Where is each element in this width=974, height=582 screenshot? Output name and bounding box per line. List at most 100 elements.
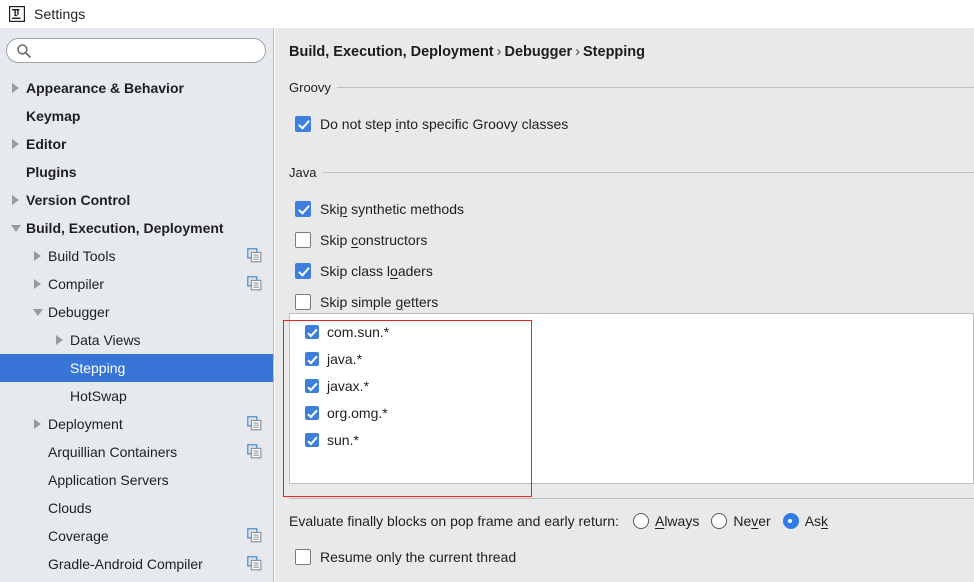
breadcrumb-part-2[interactable]: Debugger [504, 44, 572, 60]
copy-settings-icon[interactable] [247, 556, 262, 571]
chevron-down-icon[interactable] [8, 220, 24, 236]
class-filter-label: javax.* [327, 378, 369, 394]
search-input[interactable] [39, 39, 257, 62]
checkbox-indicator[interactable] [295, 232, 311, 248]
radio-label: Always [655, 513, 699, 529]
chevron-right-icon[interactable] [8, 80, 24, 96]
sidebar-item-data-views[interactable]: Data Views [0, 326, 274, 354]
checkbox-indicator[interactable] [295, 549, 311, 565]
sidebar-item-label: Compiler [46, 276, 104, 292]
radio-indicator[interactable] [711, 513, 727, 529]
search-icon [16, 43, 32, 59]
intellij-idea-icon [9, 6, 25, 22]
chevron-right-icon[interactable] [30, 248, 46, 264]
breadcrumb: Build, Execution, Deployment›Debugger›St… [289, 44, 645, 60]
chevron-right-icon[interactable] [8, 192, 24, 208]
sidebar-item-label: HotSwap [68, 388, 127, 404]
tree-spacer [8, 164, 24, 180]
checkbox-skip-synthetic-methods[interactable]: Skip synthetic methods [295, 201, 464, 217]
sidebar-item-arquillian-containers[interactable]: Arquillian Containers [0, 438, 274, 466]
sidebar-item-label: Deployment [46, 416, 123, 432]
sidebar-item-gradle-android-compiler[interactable]: Gradle-Android Compiler [0, 550, 274, 578]
window-title: Settings [34, 6, 85, 22]
sidebar-item-application-servers[interactable]: Application Servers [0, 466, 274, 494]
radio-never[interactable]: Never [711, 513, 770, 529]
checkbox-indicator[interactable] [305, 406, 319, 420]
sidebar-item-deployment[interactable]: Deployment [0, 410, 274, 438]
class-filter-label: sun.* [327, 432, 359, 448]
checkbox-label: Skip synthetic methods [320, 201, 464, 217]
radio-always[interactable]: Always [633, 513, 699, 529]
sidebar-item-build-execution-deployment[interactable]: Build, Execution, Deployment [0, 214, 274, 242]
sidebar-item-coverage[interactable]: Coverage [0, 522, 274, 550]
section-divider [289, 498, 974, 499]
class-filter-item[interactable]: org.omg.* [305, 405, 388, 421]
settings-content-panel: Build, Execution, Deployment›Debugger›St… [275, 28, 974, 582]
chevron-right-icon[interactable] [30, 416, 46, 432]
excluded-classes-list[interactable]: com.sun.* java.* javax.* org.omg.* sun.* [289, 313, 974, 484]
checkbox-resume-only-current-thread[interactable]: Resume only the current thread [295, 549, 516, 565]
checkbox-label: Do not step into specific Groovy classes [320, 116, 568, 132]
sidebar-item-version-control[interactable]: Version Control [0, 186, 274, 214]
radio-indicator[interactable] [633, 513, 649, 529]
sidebar-item-compiler[interactable]: Compiler [0, 270, 274, 298]
checkbox-indicator[interactable] [295, 201, 311, 217]
chevron-right-icon[interactable] [30, 276, 46, 292]
tree-spacer [52, 388, 68, 404]
checkbox-skip-simple-getters[interactable]: Skip simple getters [295, 294, 438, 310]
copy-settings-icon[interactable] [247, 444, 262, 459]
copy-settings-icon[interactable] [247, 416, 262, 431]
radio-indicator[interactable] [783, 513, 799, 529]
java-group-title: Java [289, 165, 322, 180]
sidebar-item-editor[interactable]: Editor [0, 130, 274, 158]
checkbox-indicator[interactable] [305, 379, 319, 393]
checkbox-do-not-step-groovy[interactable]: Do not step into specific Groovy classes [295, 116, 568, 132]
copy-settings-icon[interactable] [247, 528, 262, 543]
search-box[interactable] [6, 38, 266, 63]
checkbox-skip-class-loaders[interactable]: Skip class loaders [295, 263, 433, 279]
sidebar-item-label: Plugins [24, 164, 77, 180]
checkbox-indicator[interactable] [305, 325, 319, 339]
checkbox-indicator[interactable] [295, 263, 311, 279]
checkbox-indicator[interactable] [305, 352, 319, 366]
class-filter-item[interactable]: java.* [305, 351, 362, 367]
sidebar-item-plugins[interactable]: Plugins [0, 158, 274, 186]
breadcrumb-part-3[interactable]: Stepping [583, 44, 645, 60]
tree-spacer [30, 472, 46, 488]
class-filter-item[interactable]: sun.* [305, 432, 359, 448]
sidebar-item-label: Keymap [24, 108, 80, 124]
sidebar-item-stepping[interactable]: Stepping [0, 354, 274, 382]
class-filter-item[interactable]: javax.* [305, 378, 369, 394]
checkbox-skip-constructors[interactable]: Skip constructors [295, 232, 427, 248]
settings-dialog: Settings Appearance & Behavior Keymap Edit… [0, 0, 974, 582]
sidebar-item-label: Build Tools [46, 248, 115, 264]
breadcrumb-separator-1: › [494, 44, 505, 60]
copy-settings-icon[interactable] [247, 248, 262, 263]
settings-tree: Appearance & Behavior Keymap Editor Plugins… [0, 74, 274, 578]
sidebar-item-label: Data Views [68, 332, 141, 348]
chevron-right-icon[interactable] [52, 332, 68, 348]
breadcrumb-part-1[interactable]: Build, Execution, Deployment [289, 44, 494, 60]
chevron-down-icon[interactable] [30, 304, 46, 320]
checkbox-indicator[interactable] [295, 116, 311, 132]
sidebar-item-label: Coverage [46, 528, 109, 544]
tree-spacer [30, 444, 46, 460]
radio-ask[interactable]: Ask [783, 513, 828, 529]
sidebar-item-label: Stepping [68, 360, 125, 376]
sidebar-item-keymap[interactable]: Keymap [0, 102, 274, 130]
chevron-right-icon[interactable] [8, 136, 24, 152]
checkbox-indicator[interactable] [295, 294, 311, 310]
tree-spacer [8, 108, 24, 124]
sidebar-item-clouds[interactable]: Clouds [0, 494, 274, 522]
sidebar-item-build-tools[interactable]: Build Tools [0, 242, 274, 270]
copy-settings-icon[interactable] [247, 276, 262, 291]
sidebar-item-hotswap[interactable]: HotSwap [0, 382, 274, 410]
sidebar-item-appearance-behavior[interactable]: Appearance & Behavior [0, 74, 274, 102]
checkbox-indicator[interactable] [305, 433, 319, 447]
class-filter-item[interactable]: com.sun.* [305, 324, 389, 340]
sidebar-item-label: Appearance & Behavior [24, 80, 184, 96]
tree-spacer [30, 556, 46, 572]
tree-spacer [30, 528, 46, 544]
sidebar-item-debugger[interactable]: Debugger [0, 298, 274, 326]
sidebar-item-label: Editor [24, 136, 66, 152]
